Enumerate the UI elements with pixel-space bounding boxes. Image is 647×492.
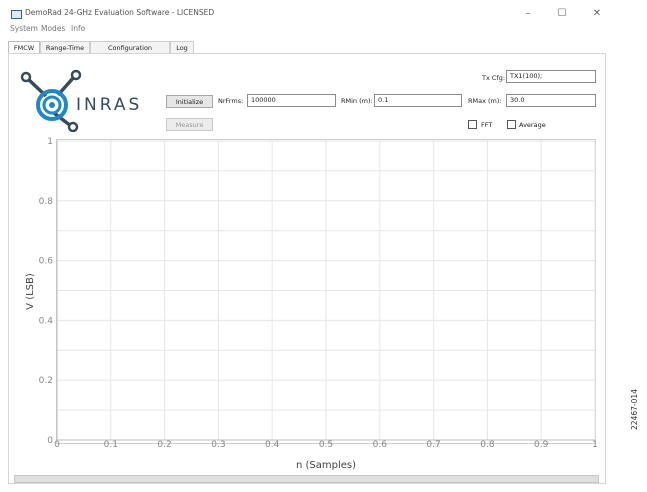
figure-id: 22467-014 bbox=[630, 389, 639, 430]
x-tick-label: 0.2 bbox=[157, 440, 171, 450]
x-tick-label: 0.4 bbox=[265, 440, 280, 450]
x-tick-label: 0 bbox=[54, 440, 60, 450]
x-axis-label: n (Samples) bbox=[296, 460, 356, 471]
x-tick-label: 0.5 bbox=[319, 440, 333, 450]
y-tick-label: 0 bbox=[47, 436, 53, 446]
y-axis-label: V (LSB) bbox=[25, 273, 36, 310]
x-tick-label: 0.1 bbox=[104, 440, 118, 450]
x-tick-label: 0.3 bbox=[211, 440, 225, 450]
y-tick-label: 1 bbox=[47, 137, 53, 147]
x-tick-label: 1 bbox=[592, 440, 598, 450]
y-tick-label: 0.4 bbox=[39, 316, 54, 326]
y-tick-label: 0.2 bbox=[39, 376, 53, 386]
signal-plot: 0 0.1 0.2 0.3 0.4 0.5 0.6 0.7 0.8 0.9 1 0 0.2 0.4 0.6 0… bbox=[25, 137, 598, 471]
x-tick-label: 0.8 bbox=[480, 440, 495, 450]
x-tick-label: 0.6 bbox=[373, 440, 388, 450]
x-tick-label: 0.7 bbox=[426, 440, 440, 450]
x-tick-label: 0.9 bbox=[534, 440, 549, 450]
progress-bar bbox=[14, 475, 599, 483]
y-tick-label: 0.6 bbox=[39, 257, 54, 267]
y-tick-label: 0.8 bbox=[39, 197, 54, 207]
